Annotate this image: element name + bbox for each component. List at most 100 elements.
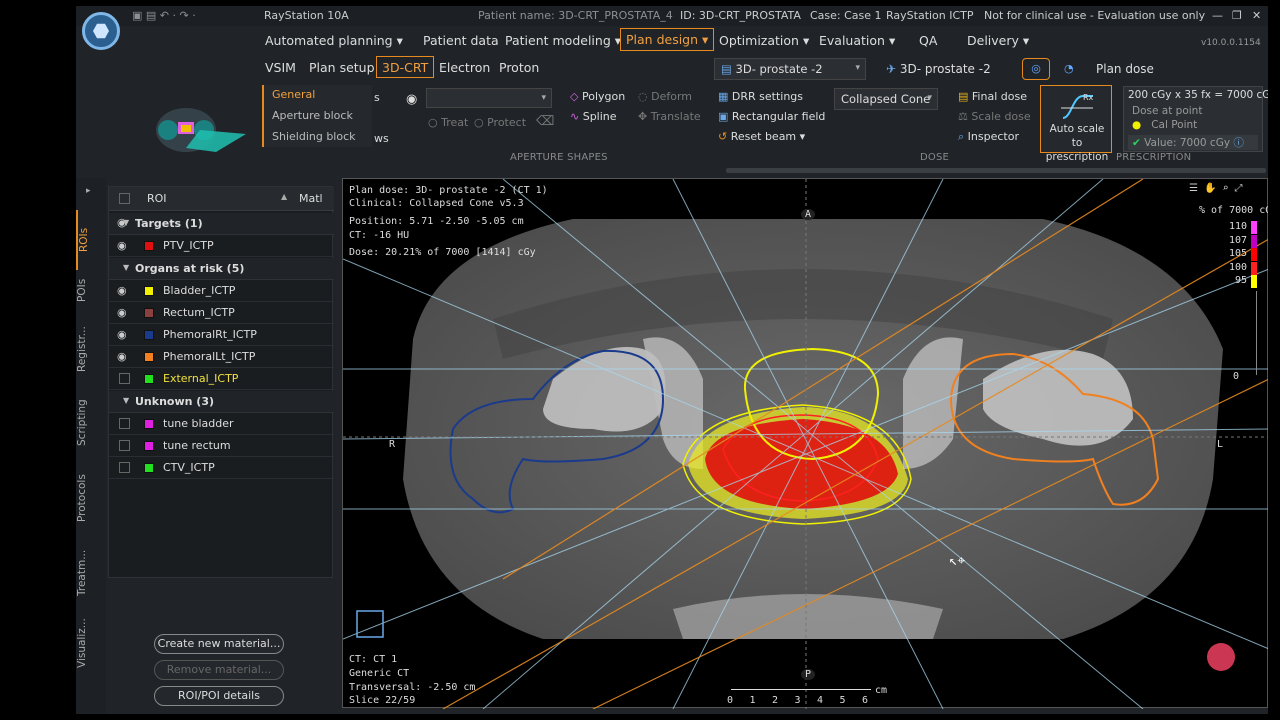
menu-patient-modeling[interactable]: Patient modeling ▾ xyxy=(500,31,626,50)
roi-color-swatch[interactable] xyxy=(144,374,154,384)
scale-tick-label: 5 xyxy=(839,695,846,706)
truncated-label-1: s xyxy=(374,91,380,104)
roi-color-swatch[interactable] xyxy=(144,241,154,251)
eye-icon[interactable]: ◉ xyxy=(117,350,133,363)
roi-row[interactable]: CTV_ICTP xyxy=(109,457,334,479)
roi-color-swatch[interactable] xyxy=(144,463,154,473)
roi-row[interactable]: ◉ Rectum_ICTP xyxy=(109,302,334,324)
auto-scale-button[interactable]: Rx Auto scale to prescription xyxy=(1040,85,1112,163)
close-button[interactable]: ✕ xyxy=(1252,9,1261,22)
roi-color-swatch[interactable] xyxy=(144,419,154,429)
roi-row[interactable]: External_ICTP xyxy=(109,368,334,390)
roi-color-swatch[interactable] xyxy=(144,352,154,362)
shape-roi-combo[interactable]: ▾ xyxy=(426,88,552,108)
create-material-button[interactable]: Create new material... xyxy=(154,634,284,654)
menu-automated-planning[interactable]: Automated planning ▾ xyxy=(260,31,408,50)
spline-button[interactable]: ∿ Spline xyxy=(570,110,617,123)
eye-icon[interactable]: ◉ xyxy=(406,92,417,107)
menu-plan-design[interactable]: Plan design ▾ xyxy=(620,28,715,51)
select-all-checkbox[interactable] xyxy=(119,193,130,204)
expand-arrow-icon[interactable]: ▸ xyxy=(86,186,91,196)
dropdown-item-shielding-block[interactable]: Shielding block xyxy=(272,130,356,143)
roi-row[interactable]: tune rectum xyxy=(109,435,334,457)
menu-optimization[interactable]: Optimization ▾ xyxy=(714,31,814,50)
dropdown-item-general[interactable]: General xyxy=(272,88,315,101)
dose-display-icon[interactable]: ◔ xyxy=(1064,62,1074,75)
translate-button[interactable]: ✥ Translate xyxy=(638,110,701,123)
tab-treatment[interactable]: Treatm... xyxy=(76,542,106,604)
roi-color-swatch[interactable] xyxy=(144,330,154,340)
visibility-checkbox[interactable] xyxy=(119,440,130,451)
tab-pois[interactable]: POIs xyxy=(76,270,106,310)
remove-material-button[interactable]: Remove material... xyxy=(154,660,284,680)
drr-settings-button[interactable]: ▦ DRR settings xyxy=(718,90,803,103)
compute-dose-icon[interactable]: ◎ xyxy=(1022,58,1050,80)
info-ct-name: CT: CT 1 xyxy=(349,654,398,665)
treat-radio[interactable]: ○ Treat xyxy=(428,116,468,129)
minimize-button[interactable]: — xyxy=(1212,9,1223,22)
eye-icon[interactable]: ◉ xyxy=(117,328,133,341)
polygon-button[interactable]: ◇ Polygon xyxy=(570,90,625,103)
tab-scripting[interactable]: Scripting xyxy=(76,392,106,454)
quick-access-icons[interactable]: ▣ ▤ ↶ · ↷ · xyxy=(132,9,196,22)
roi-row[interactable]: ◉ PhemoralLt_ICTP xyxy=(109,346,334,368)
sort-icon[interactable]: ▲ xyxy=(281,192,287,201)
cal-point-row[interactable]: ● Cal Point xyxy=(1132,119,1197,131)
algorithm-combo[interactable]: Collapsed Cone ▾ xyxy=(834,88,938,110)
viewer-tools-icon[interactable]: ☰ ✋ ⌕ ⤢ xyxy=(1189,183,1243,194)
ct-viewer[interactable]: A P R L Plan dose: 3D- prostate -2 (CT 1… xyxy=(342,178,1268,709)
eye-icon[interactable]: ◉ xyxy=(117,306,133,319)
tab-rois[interactable]: ROIs xyxy=(76,210,106,270)
visibility-checkbox[interactable] xyxy=(119,418,130,429)
legend-swatch xyxy=(1251,275,1257,288)
beamset-combo[interactable]: ▤ 3D- prostate -2 ▾ xyxy=(714,58,866,80)
tab-registration[interactable]: Registr... xyxy=(76,318,106,380)
clear-shape-icon[interactable]: ⌫ xyxy=(536,114,554,129)
group-targets[interactable]: ◉ ▼ Targets (1) xyxy=(109,213,334,235)
tab-visualization[interactable]: Visualiz... xyxy=(76,612,106,674)
visibility-checkbox[interactable] xyxy=(119,373,130,384)
menu-evaluation[interactable]: Evaluation ▾ xyxy=(814,31,900,50)
material-column-header[interactable]: Matl xyxy=(299,192,323,205)
patient-3d-thumbnail xyxy=(156,108,246,152)
roi-row[interactable]: ◉ PTV_ICTP xyxy=(109,235,334,257)
roi-color-swatch[interactable] xyxy=(144,441,154,451)
eye-icon[interactable]: ◉ xyxy=(117,284,133,297)
truncated-label-2: ws xyxy=(374,132,389,145)
menu-patient-data[interactable]: Patient data xyxy=(418,31,504,50)
inspector-button[interactable]: ⌕ Inspector xyxy=(958,130,1019,144)
roi-row[interactable]: tune bladder xyxy=(109,413,334,435)
tab-protocols[interactable]: Protocols xyxy=(76,462,106,534)
tab-proton[interactable]: Proton xyxy=(494,58,544,77)
group-unknown[interactable]: ▼ Unknown (3) xyxy=(109,391,334,413)
visibility-checkbox[interactable] xyxy=(119,462,130,473)
restore-button[interactable]: ❐ xyxy=(1232,9,1242,22)
dropdown-item-aperture-block[interactable]: Aperture block xyxy=(272,109,353,122)
tab-plan-setup[interactable]: Plan setup xyxy=(304,58,380,77)
group-organs-at-risk[interactable]: ▼ Organs at risk (5) xyxy=(109,258,334,280)
deform-button[interactable]: ◌ Deform xyxy=(638,90,692,103)
roi-color-swatch[interactable] xyxy=(144,308,154,318)
roi-row[interactable]: ◉ PhemoralRt_ICTP xyxy=(109,324,334,346)
menu-delivery[interactable]: Delivery ▾ xyxy=(962,31,1034,50)
final-dose-button[interactable]: ▤ Final dose xyxy=(958,90,1027,103)
roi-poi-details-button[interactable]: ROI/POI details xyxy=(154,686,284,706)
eye-icon[interactable]: ◉ xyxy=(117,239,133,252)
protect-radio[interactable]: ○ Protect xyxy=(474,116,526,129)
roi-row[interactable]: ◉ Bladder_ICTP xyxy=(109,280,334,302)
menu-qa[interactable]: QA xyxy=(914,31,942,50)
patient-id: ID: 3D-CRT_PROSTATA xyxy=(680,9,801,22)
scale-dose-button[interactable]: ⚖ Scale dose xyxy=(958,110,1031,123)
tab-vsim[interactable]: VSIM xyxy=(260,58,301,77)
tab-3d-crt[interactable]: 3D-CRT xyxy=(376,56,435,78)
tab-electron[interactable]: Electron xyxy=(434,58,495,77)
reset-beam-button[interactable]: ↺ Reset beam ▾ xyxy=(718,130,805,143)
roi-color-swatch[interactable] xyxy=(144,286,154,296)
legend-entry: 107 xyxy=(1211,234,1261,248)
rectangular-field-button[interactable]: ▣ Rectangular field xyxy=(718,110,825,123)
legend-entry: 100 xyxy=(1211,261,1261,275)
ribbon-scrollbar[interactable] xyxy=(726,168,1266,173)
raystation-logo[interactable] xyxy=(82,12,120,50)
roi-column-header[interactable]: ROI xyxy=(147,192,167,205)
group-label-dose: DOSE xyxy=(920,152,950,163)
